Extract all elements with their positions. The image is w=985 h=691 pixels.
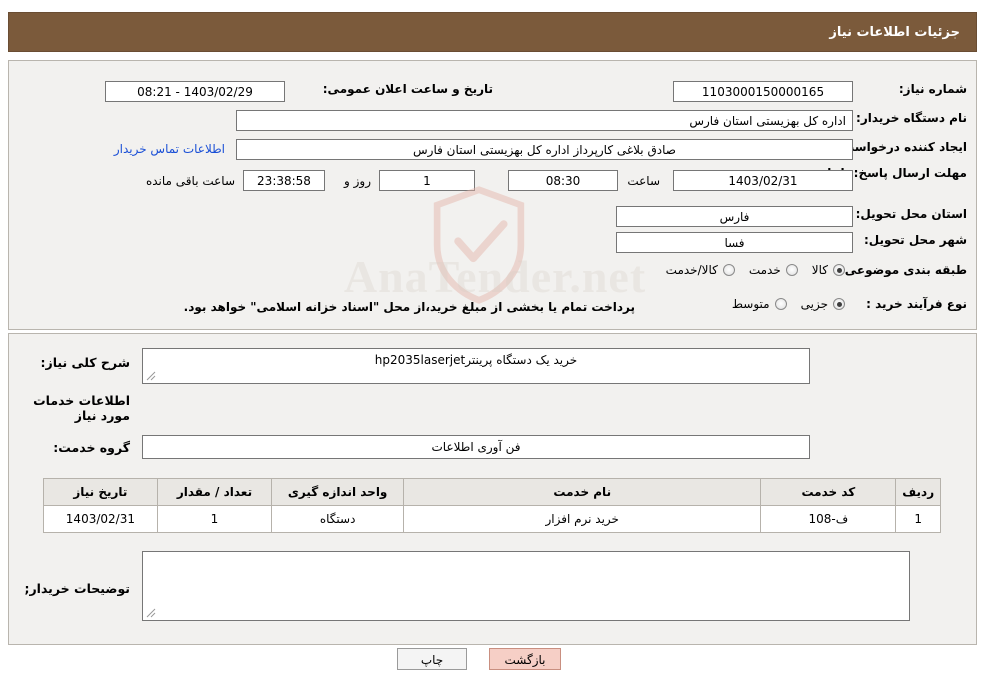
print-button[interactable]: چاپ: [397, 648, 467, 670]
purchase-type-row: نوع فرآیند خرید :: [866, 297, 967, 311]
province-value: فارس: [616, 206, 853, 227]
radio-icon[interactable]: [774, 298, 787, 310]
service-group-value: فن آوری اطلاعات: [142, 435, 810, 459]
category-option-khedmat[interactable]: خدمت: [749, 263, 798, 277]
buyer-contact-link[interactable]: اطلاعات تماس خریدار: [114, 142, 225, 156]
city-label: شهر محل تحویل:: [863, 233, 967, 247]
announce-datetime-row: تاریخ و ساعت اعلان عمومی:: [323, 82, 493, 96]
buyer-notes-value[interactable]: [142, 551, 910, 621]
cell-index: 1: [895, 505, 941, 533]
table-header-date: تاریخ نیاز: [43, 478, 158, 506]
summary-text: خرید یک دستگاه پرینترhp2035laserjet: [374, 353, 578, 367]
purchase-type-option-label-1: متوسط: [731, 297, 770, 311]
city-row: شهر محل تحویل:: [864, 233, 967, 247]
deadline-days-suffix: روز و: [344, 174, 371, 188]
need-number-row: شماره نیاز:: [862, 82, 967, 96]
table-header-index: ردیف: [895, 478, 941, 506]
category-option-label-0: کالا: [811, 263, 828, 277]
deadline-date-value: 1403/02/31: [673, 170, 853, 191]
services-table: ردیف کد خدمت نام خدمت واحد اندازه گیری ت…: [43, 478, 941, 533]
radio-icon[interactable]: [722, 264, 735, 276]
deadline-row: مهلت ارسال پاسخ: تا تاریخ:: [802, 165, 967, 181]
deadline-label: مهلت ارسال پاسخ: تا تاریخ:: [802, 166, 967, 180]
buyer-org-value: اداره کل بهزیستی استان فارس: [236, 110, 853, 131]
need-number-value: 1103000150000165: [673, 81, 853, 102]
services-section-title: اطلاعات خدمات مورد نیاز: [33, 393, 130, 423]
requester-row: ایجاد کننده درخواست:: [837, 140, 967, 154]
page-header: جزئیات اطلاعات نیاز: [8, 12, 977, 52]
table-row: 1 ف-108 خرید نرم افزار دستگاه 1 1403/02/…: [43, 505, 941, 533]
purchase-type-options: جزیی متوسط: [718, 297, 845, 311]
category-label: طبقه بندی موضوعی:: [839, 263, 967, 277]
buyer-org-row: نام دستگاه خریدار:: [856, 111, 967, 125]
summary-value: خرید یک دستگاه پرینترhp2035laserjet: [142, 348, 810, 384]
purchase-type-label: نوع فرآیند خرید :: [866, 297, 967, 311]
cell-unit: دستگاه: [271, 505, 405, 533]
cell-code: ف-108: [760, 505, 897, 533]
deadline-countdown-value: 23:38:58: [243, 170, 325, 191]
cell-date: 1403/02/31: [43, 505, 158, 533]
province-row: استان محل تحویل:: [856, 207, 967, 221]
purchase-type-option-motevaset[interactable]: متوسط: [732, 297, 787, 311]
page-title: جزئیات اطلاعات نیاز: [829, 24, 960, 40]
category-option-kala[interactable]: کالا: [812, 263, 845, 277]
deadline-time-label: ساعت: [627, 174, 660, 188]
requester-label: ایجاد کننده درخواست:: [837, 140, 967, 154]
table-header-name: نام خدمت: [403, 478, 762, 506]
category-row: طبقه بندی موضوعی:: [840, 263, 967, 277]
category-options: کالا خدمت کالا/خدمت: [652, 263, 845, 277]
radio-icon[interactable]: [785, 264, 798, 276]
deadline-countdown-suffix: ساعت باقی مانده: [145, 174, 235, 188]
category-option-label-1: خدمت: [748, 263, 781, 277]
services-table-head: ردیف کد خدمت نام خدمت واحد اندازه گیری ت…: [43, 478, 941, 506]
table-header-qty: تعداد / مقدار: [156, 478, 273, 506]
announce-datetime-label: تاریخ و ساعت اعلان عمومی:: [322, 82, 493, 96]
requester-value: صادق بلاغی کارپرداز اداره کل بهزیستی است…: [236, 139, 853, 160]
resize-grip-icon[interactable]: [146, 608, 156, 618]
services-table-body: 1 ف-108 خرید نرم افزار دستگاه 1 1403/02/…: [43, 505, 941, 533]
buyer-notes-label: توضیحات خریدار;: [24, 581, 130, 596]
back-button[interactable]: بازگشت: [489, 648, 561, 670]
cell-qty: 1: [156, 505, 273, 533]
province-label: استان محل تحویل:: [855, 207, 967, 221]
radio-icon[interactable]: [833, 264, 845, 276]
radio-icon[interactable]: [833, 298, 845, 310]
table-header-unit: واحد اندازه گیری: [271, 478, 405, 506]
cell-name: خرید نرم افزار: [403, 505, 762, 533]
table-header-row: ردیف کد خدمت نام خدمت واحد اندازه گیری ت…: [43, 478, 941, 506]
city-value: فسا: [616, 232, 853, 253]
purchase-note: پرداخت تمام یا بخشی از مبلغ خرید،از محل …: [183, 300, 635, 314]
buyer-org-label: نام دستگاه خریدار:: [856, 111, 967, 125]
summary-label: شرح کلی نیاز:: [40, 355, 130, 370]
need-number-label: شماره نیاز:: [898, 82, 967, 96]
resize-grip-icon[interactable]: [146, 371, 156, 381]
category-option-kala-khedmat[interactable]: کالا/خدمت: [666, 263, 735, 277]
table-header-code: کد خدمت: [760, 478, 897, 506]
service-group-label: گروه خدمت:: [53, 440, 130, 455]
purchase-type-option-label-0: جزیی: [800, 297, 828, 311]
announce-datetime-value: 1403/02/29 - 08:21: [105, 81, 285, 102]
category-option-label-2: کالا/خدمت: [665, 263, 718, 277]
page-root: جزئیات اطلاعات نیاز شماره نیاز: 11030001…: [0, 0, 985, 691]
purchase-type-option-jozi[interactable]: جزیی: [801, 297, 845, 311]
shield-icon: [433, 186, 525, 304]
